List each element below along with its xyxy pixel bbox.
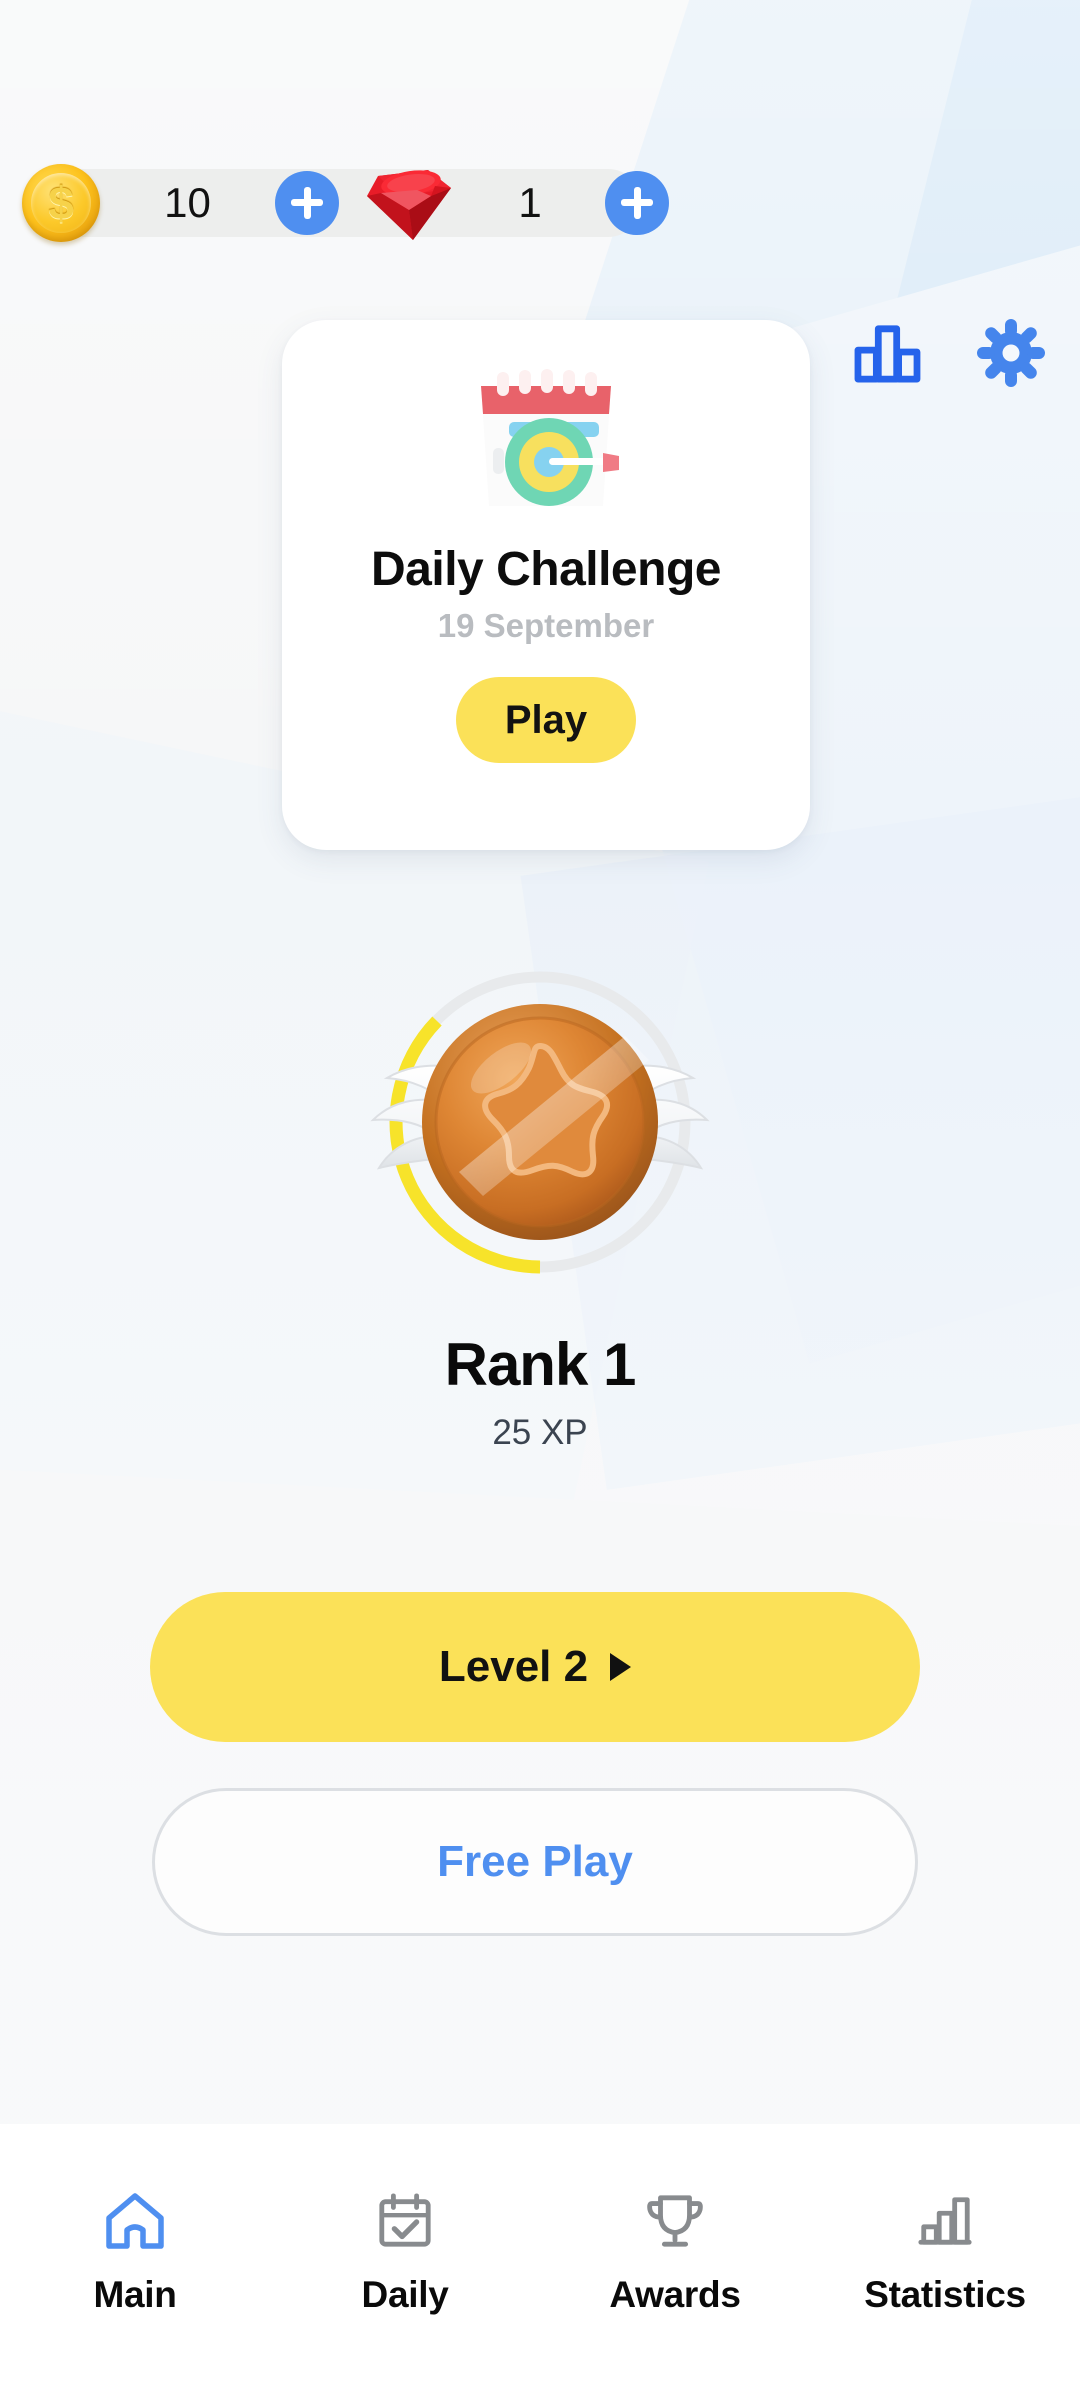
winged-star-medal-icon [325, 950, 755, 1310]
calendar-check-icon [374, 2190, 436, 2252]
free-play-button[interactable]: Free Play [152, 1788, 918, 1936]
nav-label-awards: Awards [609, 2274, 741, 2315]
add-coins-button[interactable] [275, 170, 339, 235]
rank-title: Rank 1 [444, 1331, 637, 1398]
calendar-target-icon [451, 356, 641, 526]
app-root: $ 10 1 Daily Challenge 19 September Play… [0, 0, 1080, 2400]
play-caret-icon [610, 1653, 632, 1681]
bar-chart-icon[interactable] [852, 318, 922, 388]
add-gems-button[interactable] [605, 170, 669, 235]
bottom-navigation: Main Daily Awards Statistics [0, 2124, 1080, 2400]
nav-item-daily[interactable]: Daily [270, 2190, 540, 2316]
currency-topbar: $ 10 1 [0, 150, 1080, 387]
nav-label-statistics: Statistics [864, 2274, 1026, 2315]
rank-badge-area [0, 940, 1080, 1320]
nav-item-awards[interactable]: Awards [540, 2190, 810, 2316]
daily-challenge-card[interactable]: Daily Challenge 19 September Play [282, 320, 810, 850]
rank-xp-value: 25 XP [492, 1413, 588, 1452]
gem-balance-value: 1 [518, 178, 542, 226]
daily-challenge-date: 19 September [437, 607, 655, 644]
trophy-icon [644, 2190, 706, 2252]
ruby-gem-icon [365, 166, 451, 240]
nav-item-statistics[interactable]: Statistics [810, 2190, 1080, 2316]
nav-label-daily: Daily [361, 2274, 449, 2315]
gold-coin-icon: $ [22, 163, 100, 242]
home-icon [104, 2190, 166, 2252]
settings-gear-icon[interactable] [976, 318, 1046, 388]
coin-balance-value: 10 [164, 178, 211, 226]
nav-label-main: Main [93, 2274, 177, 2315]
coin-dollar-glyph: $ [48, 176, 74, 229]
level-play-button[interactable]: Level 2 [150, 1592, 920, 1742]
rank-text-block: Rank 1 25 XP [0, 1335, 1080, 1453]
level-button-label: Level 2 [438, 1642, 589, 1691]
nav-item-main[interactable]: Main [0, 2190, 270, 2316]
bar-chart-icon [914, 2190, 976, 2252]
daily-challenge-title: Daily Challenge [371, 543, 721, 596]
daily-play-button[interactable]: Play [456, 677, 636, 763]
